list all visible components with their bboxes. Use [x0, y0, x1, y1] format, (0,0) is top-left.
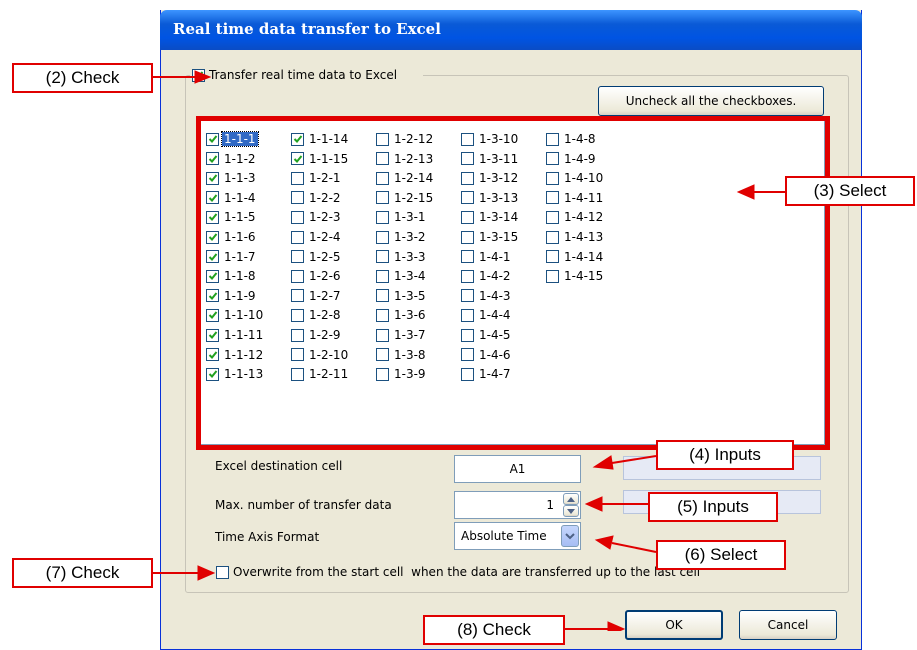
annotation-select-6: (6) Select — [656, 540, 786, 570]
annotation-arrows — [153, 70, 785, 631]
annotation-check-7: (7) Check — [12, 558, 153, 588]
annotation-inputs-4: (4) Inputs — [656, 440, 794, 470]
annotation-check-2: (2) Check — [12, 63, 153, 93]
annotation-check-8: (8) Check — [423, 615, 565, 645]
annotation-select-3: (3) Select — [785, 176, 915, 206]
annotation-inputs-5: (5) Inputs — [648, 492, 778, 522]
